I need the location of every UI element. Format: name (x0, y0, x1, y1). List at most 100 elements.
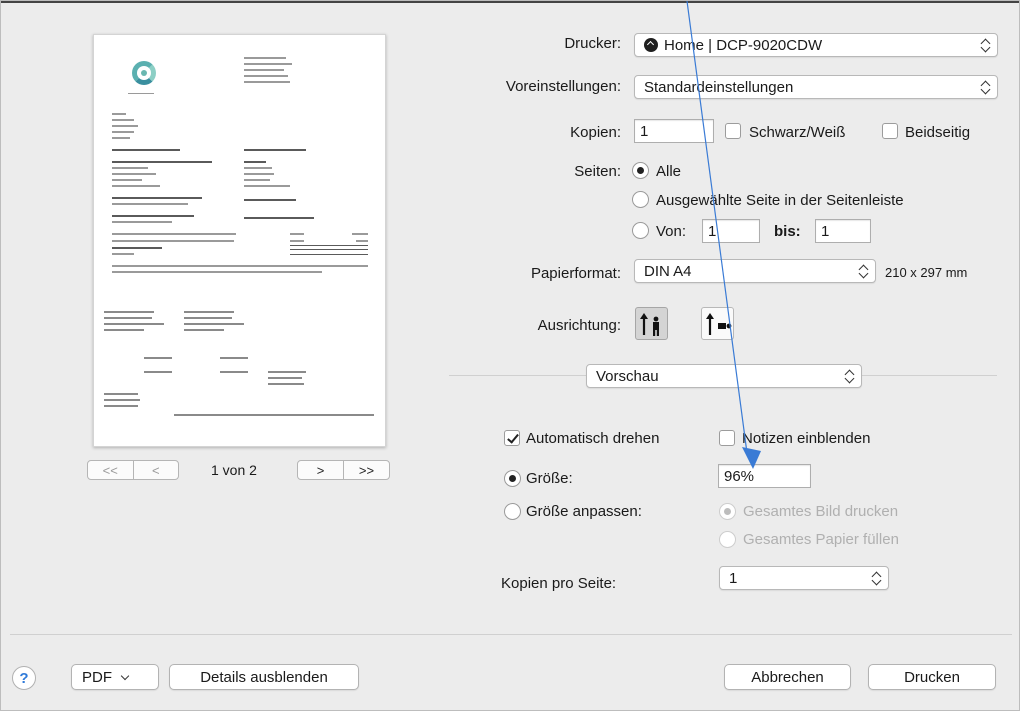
preview-text-line (112, 197, 202, 199)
preview-text-line (352, 233, 368, 235)
duplex-label: Beidseitig (905, 124, 971, 141)
fill-entire-paper-label: Gesamtes Papier füllen (743, 531, 899, 548)
size-field[interactable]: 96% (718, 464, 811, 488)
preview-slip-line (268, 371, 306, 373)
preview-text-line (112, 265, 368, 267)
preview-text-line (244, 173, 274, 175)
presets-value: Standardeinstellungen (644, 78, 794, 96)
landscape-orientation-icon (706, 313, 732, 335)
black-white-checkbox[interactable] (725, 123, 741, 139)
presets-popup[interactable]: Standardeinstellungen (634, 75, 998, 99)
pages-range-radio[interactable] (632, 222, 649, 239)
preview-text-line (112, 215, 194, 217)
previous-page-button[interactable]: < (132, 461, 179, 479)
preview-text-line (244, 167, 272, 169)
preview-slip-line (184, 329, 224, 331)
size-radio[interactable] (504, 470, 521, 487)
preview-text-line (112, 131, 134, 133)
preview-slip-line (104, 317, 152, 319)
preview-slip-line (184, 311, 234, 313)
preview-text-line (244, 81, 290, 83)
copies-field[interactable]: 1 (634, 119, 714, 143)
preview-slip-line (104, 329, 144, 331)
print-button[interactable]: Drucken (868, 664, 996, 690)
preview-text-line (244, 63, 292, 65)
preview-text-line (290, 233, 304, 235)
hide-details-button[interactable]: Details ausblenden (169, 664, 359, 690)
preview-slip-line (144, 371, 172, 373)
first-page-button[interactable]: << (88, 461, 133, 479)
help-button[interactable]: ? (12, 666, 36, 690)
show-notes-checkbox[interactable] (719, 430, 735, 446)
print-entire-image-radio[interactable] (719, 503, 736, 520)
popup-stepper-icon (981, 79, 991, 95)
pdf-menu-button[interactable]: PDF (71, 664, 159, 690)
preview-text-line (244, 69, 284, 71)
pages-per-sheet-value: 1 (729, 569, 738, 587)
pdf-label: PDF (82, 668, 112, 686)
pages-selected-radio[interactable] (632, 191, 649, 208)
preview-text-line (244, 75, 288, 77)
company-logo (132, 61, 156, 85)
preview-slip-code-line (174, 414, 374, 416)
auto-rotate-checkbox[interactable] (504, 430, 520, 446)
preview-slip-line (144, 357, 172, 359)
last-page-button[interactable]: >> (343, 461, 389, 479)
section-popup[interactable]: Vorschau (586, 364, 862, 388)
printer-popup[interactable]: Home | DCP-9020CDW (634, 33, 998, 57)
fill-entire-paper-radio[interactable] (719, 531, 736, 548)
footer-divider (10, 634, 1012, 635)
preview-back-buttons: << < (87, 460, 179, 480)
preview-text-line (112, 247, 162, 249)
cancel-button[interactable]: Abbrechen (724, 664, 851, 690)
preview-text-line (290, 249, 368, 250)
preview-text-line (244, 199, 296, 201)
print-preview-page (93, 34, 386, 447)
print-entire-image-label: Gesamtes Bild drucken (743, 503, 899, 520)
window-top-border (1, 1, 1019, 3)
printer-value: Home | DCP-9020CDW (664, 36, 823, 54)
preview-text-line (244, 57, 286, 59)
paper-size-label: Papierformat: (530, 265, 621, 282)
preview-text-line (112, 179, 142, 181)
pages-per-sheet-popup[interactable]: 1 (719, 566, 889, 590)
landscape-orientation-button[interactable] (701, 307, 734, 340)
page-indicator: 1 von 2 (211, 462, 257, 478)
preview-text-line (290, 254, 368, 255)
preview-text-line (356, 240, 368, 242)
pages-all-radio[interactable] (632, 162, 649, 179)
portrait-orientation-button[interactable] (635, 307, 668, 340)
preview-slip-line (268, 383, 304, 385)
preview-slip-line (104, 323, 164, 325)
preview-text-line (112, 113, 126, 115)
preview-text-line (112, 119, 134, 121)
preview-text-line (112, 161, 212, 163)
preview-text-line (290, 240, 304, 242)
show-notes-label: Notizen einblenden (742, 430, 871, 447)
print-dialog: << < 1 von 2 > >> Drucker: Home | DCP-90… (0, 0, 1020, 711)
duplex-checkbox[interactable] (882, 123, 898, 139)
pages-to-label: bis: (774, 223, 801, 240)
pages-to-field[interactable]: 1 (815, 219, 871, 243)
pages-selected-label: Ausgewählte Seite in der Seitenleiste (656, 192, 904, 209)
auto-rotate-label: Automatisch drehen (526, 430, 660, 447)
popup-stepper-icon (859, 263, 869, 279)
printer-label: Drucker: (564, 35, 621, 52)
scale-to-fit-radio[interactable] (504, 503, 521, 520)
paper-size-popup[interactable]: DIN A4 (634, 259, 876, 283)
scale-to-fit-label: Größe anpassen: (526, 503, 642, 520)
preview-slip-line (104, 311, 154, 313)
preview-text-line (112, 221, 172, 223)
presets-label: Voreinstellungen: (505, 78, 621, 95)
preview-slip-line (184, 323, 244, 325)
pages-from-field[interactable]: 1 (702, 219, 760, 243)
preview-text-line (244, 161, 266, 163)
preview-text-line (244, 149, 306, 151)
copies-label: Kopien: (570, 124, 621, 141)
chevron-down-icon (120, 671, 130, 680)
preview-text-line (244, 185, 290, 187)
next-page-button[interactable]: > (298, 461, 343, 479)
preview-text-line (244, 217, 314, 219)
pages-per-sheet-label: Kopien pro Seite: (501, 575, 617, 592)
preview-slip-line (268, 377, 302, 379)
